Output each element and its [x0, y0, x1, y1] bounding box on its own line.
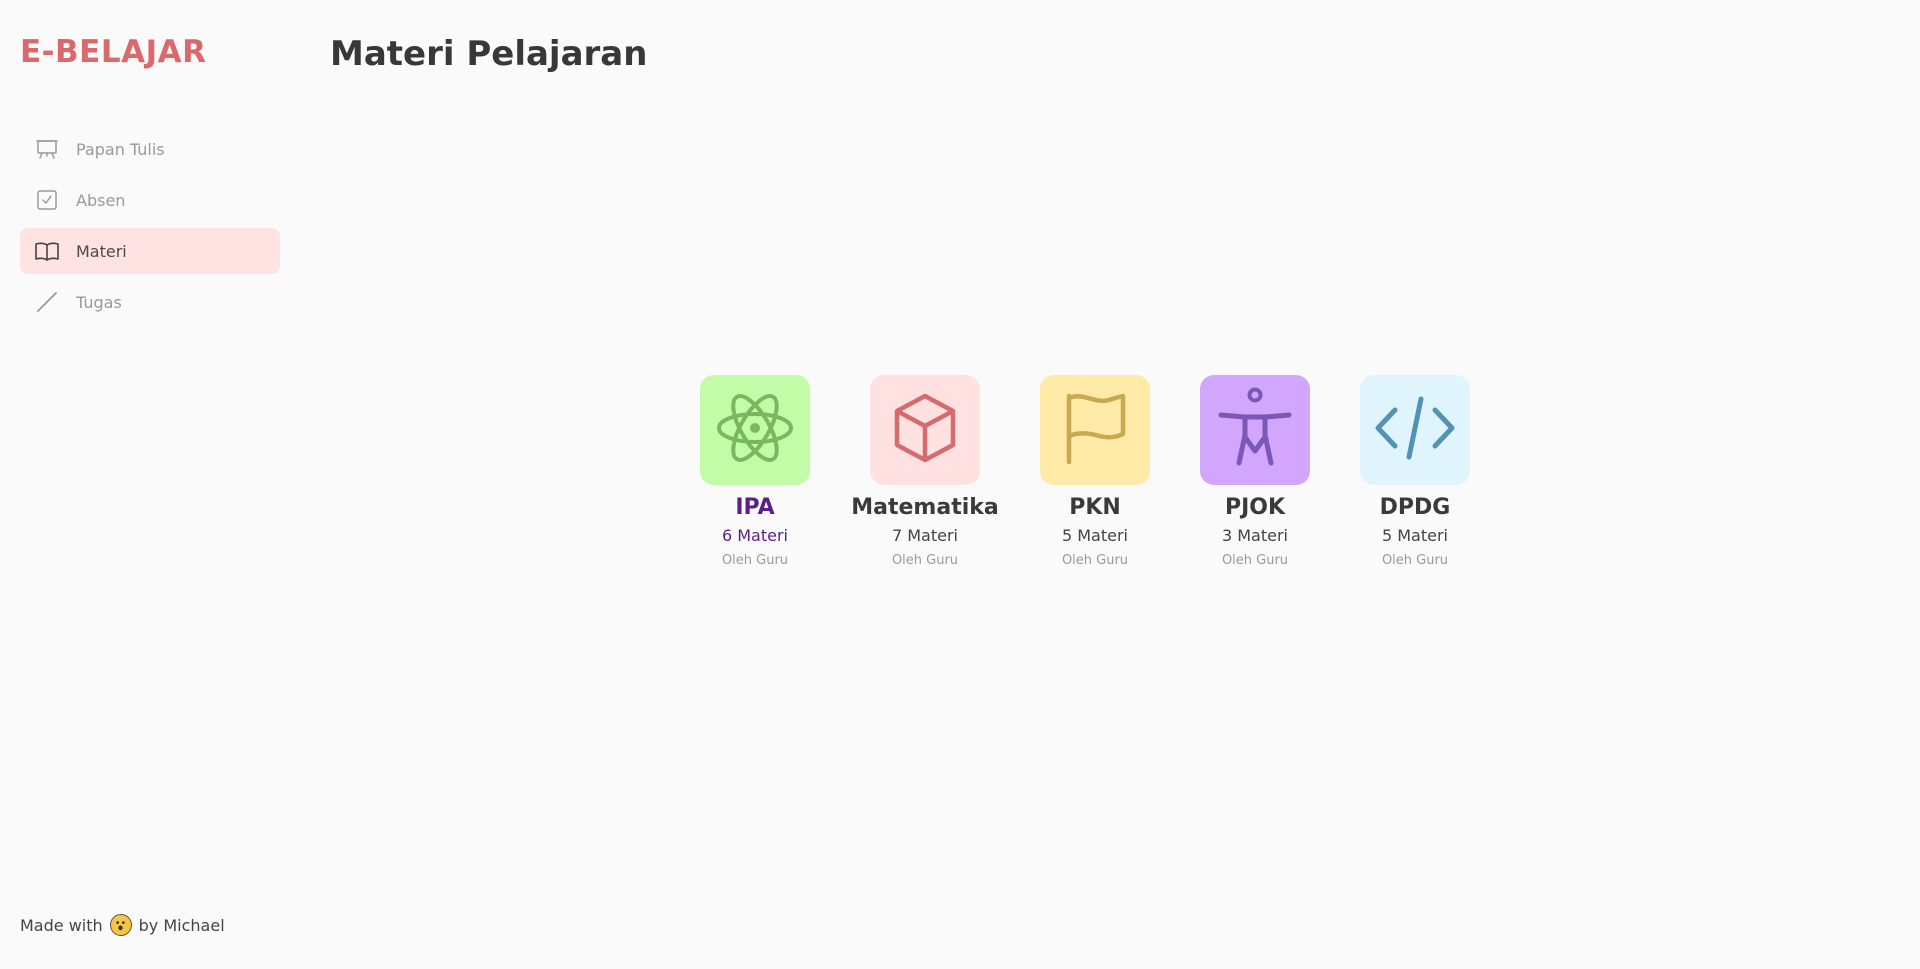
subject-tile[interactable]	[1040, 375, 1150, 485]
subject-count: 5 Materi	[1381, 526, 1448, 545]
subject-card-ipa[interactable]: IPA 6 Materi Oleh Guru	[680, 375, 830, 568]
subject-name: PKN	[1069, 495, 1121, 520]
subject-name: PJOK	[1224, 495, 1286, 520]
atom-icon	[715, 388, 795, 472]
subject-author: Oleh Guru	[1381, 553, 1449, 568]
subject-card-matematika[interactable]: Matematika 7 Materi Oleh Guru	[850, 375, 1000, 568]
sidebar-item-tugas[interactable]: Tugas	[20, 279, 280, 325]
subject-count: 7 Materi	[891, 526, 958, 545]
footer-credit: Made with by Michael	[20, 914, 225, 936]
subject-grid: IPA 6 Materi Oleh Guru Matematika 7 Mate…	[0, 375, 1920, 595]
subject-tile[interactable]	[1200, 375, 1310, 485]
cube-icon	[887, 390, 963, 470]
sidebar-item-label: Absen	[76, 190, 126, 210]
pencil-icon	[34, 289, 60, 315]
subject-tile[interactable]	[870, 375, 980, 485]
subject-card-pkn[interactable]: PKN 5 Materi Oleh Guru	[1020, 375, 1170, 568]
subject-tile[interactable]	[700, 375, 810, 485]
footer-prefix: Made with	[20, 915, 103, 935]
subject-card-dpdg[interactable]: DPDG 5 Materi Oleh Guru	[1340, 375, 1490, 568]
subject-count: 3 Materi	[1221, 526, 1288, 545]
subject-name: IPA	[735, 495, 775, 520]
subject-count: 6 Materi	[721, 526, 788, 545]
subject-card-pjok[interactable]: PJOK 3 Materi Oleh Guru	[1180, 375, 1330, 568]
subject-name: DPDG	[1379, 495, 1451, 520]
subject-name: Matematika	[851, 495, 999, 520]
sidebar-item-label: Tugas	[76, 292, 122, 312]
presentation-board-icon	[34, 136, 60, 162]
app-root: E-BELAJAR Papan Tulis Absen Materi Tugas…	[0, 0, 1920, 969]
sidebar-item-label: Materi	[76, 241, 127, 261]
subject-author: Oleh Guru	[891, 553, 959, 568]
code-icon	[1375, 393, 1455, 467]
subject-count: 5 Materi	[1061, 526, 1128, 545]
checkbox-icon	[34, 187, 60, 213]
page-title: Materi Pelajaran	[330, 34, 648, 74]
subject-author: Oleh Guru	[721, 553, 789, 568]
sidebar-item-papan-tulis[interactable]: Papan Tulis	[20, 126, 280, 172]
open-book-icon	[34, 238, 60, 264]
sidebar-item-label: Papan Tulis	[76, 139, 165, 159]
app-logo[interactable]: E-BELAJAR	[20, 34, 207, 70]
subject-author: Oleh Guru	[1221, 553, 1289, 568]
subject-author: Oleh Guru	[1061, 553, 1129, 568]
subject-tile[interactable]	[1360, 375, 1470, 485]
accessibility-person-icon	[1215, 385, 1295, 475]
sidebar-item-absen[interactable]: Absen	[20, 177, 280, 223]
flag-icon	[1057, 390, 1133, 470]
footer-suffix: by Michael	[138, 915, 225, 935]
sidebar-item-materi[interactable]: Materi	[20, 228, 280, 274]
sidebar-nav: Papan Tulis Absen Materi Tugas	[20, 126, 280, 330]
emoji-face-icon	[109, 914, 132, 936]
